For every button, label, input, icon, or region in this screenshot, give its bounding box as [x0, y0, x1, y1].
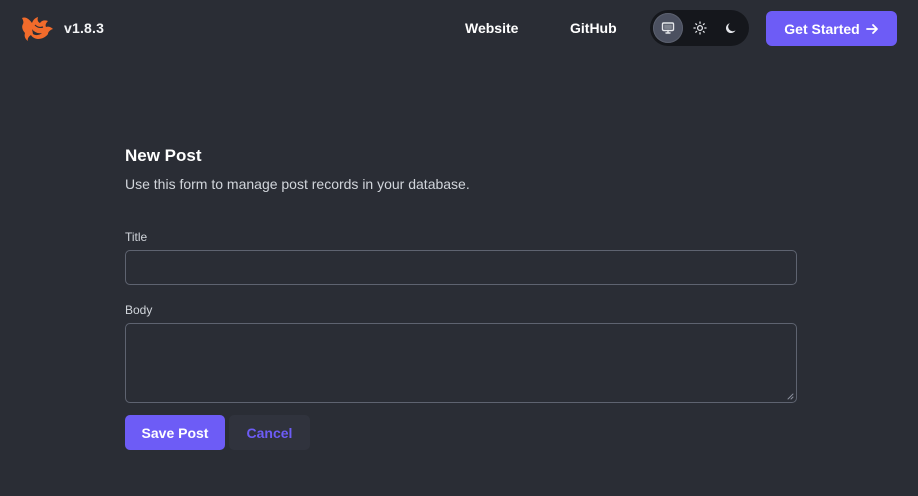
nav-link-website[interactable]: Website — [465, 20, 518, 36]
get-started-button[interactable]: Get Started — [766, 11, 897, 46]
arrow-right-icon — [865, 23, 878, 34]
page-subtitle: Use this form to manage post records in … — [125, 176, 470, 192]
phoenix-logo-icon — [22, 17, 53, 41]
nav-link-github[interactable]: GitHub — [570, 20, 617, 36]
post-form-section: New Post Use this form to manage post re… — [125, 146, 797, 450]
theme-dark-button[interactable] — [716, 13, 746, 43]
theme-system-button[interactable] — [653, 13, 683, 43]
version-label: v1.8.3 — [64, 20, 105, 36]
cancel-button[interactable]: Cancel — [229, 415, 310, 450]
save-post-button[interactable]: Save Post — [125, 415, 225, 450]
get-started-label: Get Started — [784, 20, 860, 37]
brand[interactable]: v1.8.3 — [20, 14, 104, 42]
resize-handle-icon[interactable] — [786, 392, 794, 400]
monitor-icon — [661, 22, 675, 34]
title-input[interactable] — [125, 250, 797, 285]
top-navigation-bar: v1.8.3 Website GitHub Get Started — [0, 0, 918, 58]
moon-icon — [726, 23, 736, 34]
theme-toggle — [650, 10, 749, 46]
theme-light-button[interactable] — [685, 13, 715, 43]
page-title: New Post — [125, 146, 202, 165]
sun-icon — [692, 21, 707, 35]
body-field-label: Body — [125, 303, 153, 317]
body-textarea[interactable] — [125, 323, 797, 403]
title-field-label: Title — [125, 230, 148, 244]
